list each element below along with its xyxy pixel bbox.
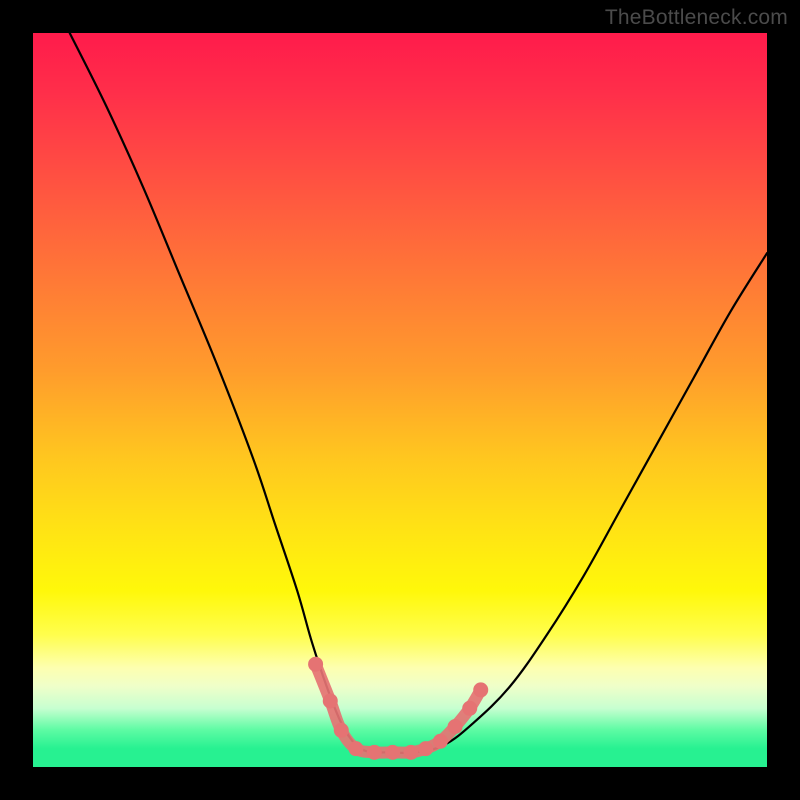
- bottleneck-curve: [70, 33, 767, 753]
- marker-dot: [367, 745, 382, 760]
- plot-area: [33, 33, 767, 767]
- bottleneck-curve-svg: [33, 33, 767, 767]
- marker-dot: [385, 745, 400, 760]
- marker-dot: [462, 701, 477, 716]
- marker-dot: [308, 657, 323, 672]
- curve-group: [70, 33, 767, 760]
- marker-dot: [348, 741, 363, 756]
- marker-dot: [448, 719, 463, 734]
- marker-dot: [433, 734, 448, 749]
- marker-dot: [334, 723, 349, 738]
- marker-dot: [323, 693, 338, 708]
- marker-dot: [473, 682, 488, 697]
- chart-frame: TheBottleneck.com: [0, 0, 800, 800]
- watermark-text: TheBottleneck.com: [605, 6, 788, 30]
- marker-dot: [404, 745, 419, 760]
- marker-dot: [418, 741, 433, 756]
- marker-overlay: [316, 664, 481, 752]
